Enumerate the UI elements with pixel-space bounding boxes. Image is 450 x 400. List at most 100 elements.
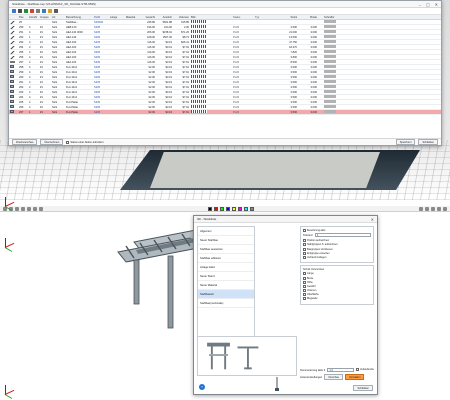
close-icon[interactable]: ✕ (371, 217, 374, 222)
save-icon[interactable] (12, 9, 16, 13)
sub-check-1[interactable]: Breite (303, 276, 371, 280)
help-icon[interactable]: ? (199, 384, 205, 390)
close-icon[interactable]: ✕ (435, 2, 438, 7)
color-swatch[interactable] (208, 207, 212, 211)
dialog-titlebar[interactable]: 3D - Stückliste ✕ (194, 216, 377, 223)
print-preview-button[interactable]: Druckvorschau (12, 139, 38, 145)
profile-thumb (190, 20, 220, 24)
hatch-swatch (318, 30, 368, 34)
print-icon[interactable] (18, 9, 22, 13)
status-checkbox[interactable]: Status einer Aktion anfordern (66, 140, 104, 144)
column-stueck[interactable]: Stück (276, 16, 298, 19)
dialog-bottom: Nummerierung aktiv 4 1.4 Verlaufsreihe L… (300, 368, 374, 382)
manage-button[interactable]: Verwalten (345, 374, 365, 381)
tool-icon[interactable] (443, 207, 447, 211)
color-swatch[interactable] (232, 207, 236, 211)
tool-icon[interactable] (437, 207, 441, 211)
column-schraffur[interactable]: Schraffur (318, 16, 368, 19)
maximize-icon[interactable]: ▢ (426, 2, 430, 7)
dialog-nav-item[interactable]: Stahlbauteil (198, 290, 254, 299)
sub-check-0[interactable]: Länge (303, 272, 371, 276)
tolerance-input[interactable]: 1 (314, 233, 371, 238)
profile-thumb (190, 50, 220, 54)
column-bild[interactable]: Bild (190, 16, 220, 19)
color-swatch[interactable] (238, 207, 242, 211)
column-profil[interactable]: Profil (93, 16, 109, 19)
dialog-nav-item[interactable]: Stahlbau auswerten (198, 245, 254, 254)
refresh-icon[interactable] (54, 9, 58, 13)
tolerance-field: Toleranz 1 (303, 233, 371, 238)
check-2[interactable]: Baugruppen mit Ebenen (303, 247, 371, 251)
save-button[interactable]: Speichern (395, 139, 416, 145)
table-body: 25 Stck Stahlbau... S235JR 245.80 5661.88 615.… (9, 20, 441, 115)
column-material[interactable]: Material (125, 16, 139, 19)
check-1[interactable]: Stahlgruppen S. aufzeichnen (303, 243, 371, 247)
column-gewicht[interactable]: Gewicht (139, 16, 156, 19)
tool-icon[interactable] (39, 207, 43, 211)
dialog-nav-item[interactable]: Neuer Stahlbau (198, 236, 254, 245)
preview-button[interactable]: Vorschau (324, 374, 344, 381)
hatch-swatch (318, 75, 368, 79)
filter-icon[interactable] (36, 9, 40, 13)
color-swatch[interactable] (214, 207, 218, 211)
profile-thumb (190, 110, 220, 114)
sequence-checkbox[interactable]: Verlaufsreihe (356, 368, 374, 371)
sort-icon[interactable] (42, 9, 46, 13)
profile-thumb (190, 100, 220, 104)
numbering-input[interactable]: 1.4 (327, 368, 355, 373)
dialog-nav-item[interactable]: Stahlbau(merkmale) (198, 299, 254, 308)
settings-icon[interactable] (48, 9, 52, 13)
dialog-close-button[interactable]: Schließen (353, 385, 373, 391)
sub-check-4[interactable]: Volumen (303, 289, 371, 293)
part-icon (10, 25, 15, 29)
tool-icon[interactable] (419, 207, 423, 211)
export-icon[interactable] (24, 9, 28, 13)
sub-check-2[interactable]: Höhe (303, 280, 371, 284)
hatch-swatch (318, 90, 368, 94)
tool-icon[interactable] (431, 207, 435, 211)
check-4[interactable]: Verband festlegen (303, 255, 371, 259)
axis-gizmo-icon (3, 383, 17, 399)
close-button[interactable]: Schließen (418, 139, 438, 145)
color-swatch[interactable] (226, 207, 230, 211)
column-typ[interactable]: Typ (254, 16, 276, 19)
column-anzahl[interactable]: Anzahl (28, 16, 39, 19)
check-0[interactable]: Position aufzeichnen (303, 239, 371, 243)
calc-active-checkbox[interactable]: Berechnung aktiv (303, 229, 371, 232)
column-volumen[interactable]: Volumen (173, 16, 190, 19)
dialog-nav-item[interactable]: Stahlbau editieren (198, 254, 254, 263)
tool-icon[interactable] (21, 207, 25, 211)
dialog-nav-item[interactable]: Allgemein (198, 227, 254, 236)
column-bezeichnung[interactable]: Bezeichnung (65, 16, 93, 19)
sub-check-3[interactable]: Gewicht (303, 284, 371, 288)
column-gruppe[interactable]: Gruppe (39, 16, 51, 19)
delete-icon[interactable] (30, 9, 34, 13)
color-swatch[interactable] (244, 207, 248, 211)
dialog-settings: Berechnung aktiv Toleranz 1 Position auf… (300, 226, 374, 366)
dialog-nav-item[interactable]: Neuer Stand (198, 272, 254, 281)
profile-preview (197, 336, 297, 376)
tool-icon[interactable] (27, 207, 31, 211)
minimize-icon[interactable]: – (419, 2, 421, 7)
color-swatch[interactable] (220, 207, 224, 211)
sub-check-6[interactable]: Biegeteile (303, 297, 371, 301)
column-art[interactable]: Art (51, 16, 65, 19)
profile-thumb (190, 70, 220, 74)
table-row[interactable]: 267 1 #1 Stck FLA Platte S235 92.00 $3.19 $7.91 P… (9, 110, 441, 115)
sub-check-5[interactable]: Oberfläche (303, 293, 371, 297)
column-breite[interactable]: Breite (298, 16, 318, 19)
parts-list-toolbar (9, 8, 441, 15)
column-laenge[interactable]: Länge (109, 16, 125, 19)
tool-icon[interactable] (425, 207, 429, 211)
column-pos[interactable]: Pos (18, 16, 28, 19)
color-swatch[interactable] (250, 207, 254, 211)
column-anstrich[interactable]: Anstrich (156, 16, 173, 19)
tool-icon[interactable] (33, 207, 37, 211)
apply-button[interactable]: Übernehmen (40, 139, 64, 145)
check-3[interactable]: Endgruppe einsetzen (303, 251, 371, 255)
part-icon (10, 55, 15, 59)
column-status[interactable]: Status (232, 16, 254, 19)
window-titlebar[interactable]: Stückliste - Stahlbau.ssp (VA HWMAX_3D_N… (9, 1, 441, 8)
dialog-nav-item[interactable]: Neuer Material (198, 281, 254, 290)
dialog-nav-item[interactable]: Anlage laden (198, 263, 254, 272)
